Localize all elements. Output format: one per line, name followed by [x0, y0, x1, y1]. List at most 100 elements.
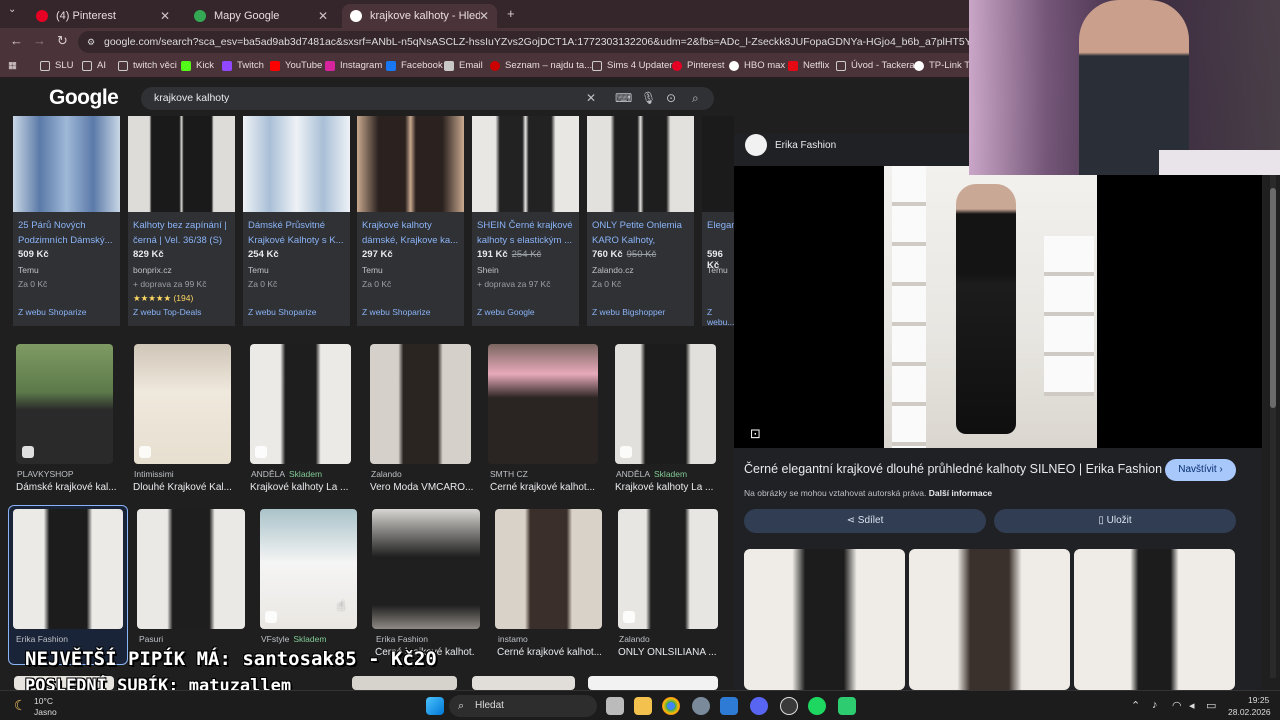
bookmark-youtube[interactable]: YouTube — [270, 60, 322, 71]
search-input[interactable]: krajkove kalhoty ✕ ⌨ 🎙 ⊙ ⌕ — [141, 87, 714, 110]
product-source[interactable]: Z webu Shoparize — [248, 307, 317, 317]
image-result[interactable] — [137, 509, 245, 629]
shopping-card[interactable]: Krajkové kalhoty dámské, Krajkove ka... … — [357, 116, 464, 326]
product-source[interactable]: Z webu Google — [477, 307, 535, 317]
image-result[interactable] — [370, 344, 471, 464]
address-bar[interactable]: ⚙ google.com/search?sca_esv=ba5ad9ab3d74… — [78, 31, 978, 53]
obs-icon[interactable] — [780, 697, 798, 715]
product-source[interactable]: Z webu Shoparize — [18, 307, 87, 317]
bookmark-tackera[interactable]: Úvod - Tackera — [836, 60, 915, 71]
file-explorer-icon[interactable] — [634, 697, 652, 715]
taskbar-search[interactable]: ⌕ Hledat — [449, 695, 597, 717]
bookmark-seznam[interactable]: Seznam – najdu ta... — [490, 60, 592, 71]
spotify-icon[interactable] — [808, 697, 826, 715]
youtube-icon — [270, 60, 280, 71]
bookmark-instagram[interactable]: Instagram — [325, 60, 382, 71]
bookmark-slu[interactable]: SLU — [40, 60, 73, 71]
close-tab-icon[interactable]: ✕ — [479, 9, 489, 23]
clock-time[interactable]: 19:25 — [1248, 695, 1269, 705]
lens-icon[interactable]: ⊙ — [666, 87, 676, 110]
discord-icon[interactable] — [750, 697, 768, 715]
related-image[interactable] — [744, 549, 905, 690]
shopping-card[interactable]: SHEIN Černé krajkové kalhoty s elastický… — [472, 116, 579, 326]
chrome-icon[interactable] — [662, 697, 680, 715]
bookmark-kick[interactable]: Kick — [181, 60, 214, 71]
image-title[interactable]: Krajkové kalhoty La ... — [250, 482, 370, 493]
close-tab-icon[interactable]: ✕ — [160, 9, 170, 23]
image-result[interactable] — [352, 676, 457, 690]
battery-icon[interactable]: ▭ — [1206, 699, 1216, 712]
related-image[interactable] — [1074, 549, 1235, 690]
shopping-card[interactable]: Kalhoty bez zapínání | černá | Vel. 36/3… — [128, 116, 235, 326]
keyboard-icon[interactable]: ⌨ — [615, 87, 632, 110]
product-source[interactable]: Z webu Top-Deals — [133, 307, 201, 317]
more-info-link[interactable]: Další informace — [929, 488, 992, 498]
image-title[interactable]: Krajkové kalhoty La ... — [615, 482, 735, 493]
bookmark-email[interactable]: Email — [444, 60, 483, 71]
bookmark-netflix[interactable]: Netflix — [788, 60, 829, 71]
microphone-icon[interactable]: ♪ — [1152, 699, 1158, 711]
bookmark-facebook[interactable]: Facebook — [386, 60, 443, 71]
tab-google-search[interactable]: krajkove kalhoty - Hledat Goog ✕ — [342, 4, 497, 28]
image-result[interactable] — [372, 509, 480, 629]
product-source[interactable]: Z webu Shoparize — [362, 307, 431, 317]
back-icon[interactable]: ← — [10, 33, 23, 48]
settings-icon[interactable] — [692, 697, 710, 715]
microphone-icon[interactable]: 🎙 — [641, 87, 656, 110]
tab-maps[interactable]: Mapy Google ✕ — [186, 4, 336, 28]
preview-image[interactable] — [884, 166, 1097, 448]
shopping-card[interactable]: 25 Párů Nových Podzimních Dámský... 509 … — [13, 116, 120, 326]
bookmark-sims[interactable]: Sims 4 Updater — [592, 60, 672, 71]
image-title[interactable]: Vero Moda VMCARO... — [370, 482, 490, 493]
image-title[interactable]: Černé krajkové kalhot... — [497, 647, 601, 658]
wifi-icon[interactable]: ◠ — [1172, 699, 1182, 712]
related-image[interactable] — [909, 549, 1070, 690]
tab-pinterest[interactable]: (4) Pinterest ✕ — [28, 4, 178, 28]
image-title[interactable]: Černé krajkové kalhot... — [490, 482, 610, 493]
shopping-card[interactable]: ONLY Petite Onlemia KARO Kalhoty, 760 Kč… — [587, 116, 694, 326]
image-result[interactable] — [472, 676, 575, 690]
reload-icon[interactable]: ↻ — [57, 33, 68, 49]
panel-source-name[interactable]: Erika Fashion — [775, 140, 836, 151]
show-hidden-icons[interactable]: ⌃ — [1131, 699, 1140, 712]
google-logo[interactable]: Google — [49, 86, 119, 110]
image-result[interactable] — [13, 509, 123, 629]
shopping-card[interactable]: Elegant... kalhoty... 596 Kč Temu Z webu… — [702, 116, 734, 326]
preview-title[interactable]: Černé elegantní krajkové dlouhé průhledn… — [744, 462, 1164, 476]
scrollbar-thumb[interactable] — [1270, 188, 1276, 408]
image-title[interactable]: Dámské krajkové kal... — [16, 482, 136, 493]
clear-icon[interactable]: ✕ — [586, 87, 596, 110]
image-title[interactable]: Dlouhé Krajkové Kal... — [133, 482, 253, 493]
visit-button[interactable]: Navštívit › — [1165, 459, 1236, 481]
image-result[interactable] — [588, 676, 718, 690]
page-scrollbar[interactable] — [1270, 88, 1276, 678]
lens-search-icon[interactable]: ⊡ — [750, 426, 761, 442]
site-info-icon[interactable]: ⚙ — [87, 31, 95, 53]
mail-icon[interactable] — [720, 697, 738, 715]
product-source[interactable]: Z webu... — [707, 307, 734, 326]
bookmark-hbo[interactable]: HBO max — [729, 60, 785, 71]
image-result[interactable] — [488, 344, 598, 464]
start-icon[interactable] — [426, 697, 444, 715]
save-button[interactable]: ▯ Uložit — [994, 509, 1236, 533]
shopping-card[interactable]: Dámské Průsvitné Krajkové Kalhoty s K...… — [243, 116, 350, 326]
app-icon[interactable] — [838, 697, 856, 715]
bookmark-pinterest[interactable]: Pinterest — [672, 60, 725, 71]
task-view-icon[interactable] — [606, 697, 624, 715]
share-button[interactable]: ⋖ Sdílet — [744, 509, 986, 533]
tab-list-button[interactable]: ⌄ — [8, 4, 16, 15]
apps-icon[interactable]: ▦ — [8, 60, 17, 71]
clock-date[interactable]: 28.02.2026 — [1228, 707, 1271, 717]
volume-icon[interactable]: ◂ — [1189, 699, 1195, 712]
new-tab-icon[interactable]: + — [507, 6, 515, 21]
bookmark-tplink[interactable]: TP-Link TL — [914, 60, 975, 71]
bookmark-twitch[interactable]: Twitch — [222, 60, 264, 71]
search-icon[interactable]: ⌕ — [692, 87, 699, 110]
bookmark-ai[interactable]: AI — [82, 60, 106, 71]
close-tab-icon[interactable]: ✕ — [318, 9, 328, 23]
product-source[interactable]: Z webu Bigshopper — [592, 307, 665, 317]
image-result[interactable] — [495, 509, 602, 629]
forward-icon[interactable]: → — [33, 33, 46, 48]
image-title[interactable]: ONLY ONLSILIANA ... — [618, 647, 718, 658]
bookmark-twitch-veci[interactable]: twitch věci — [118, 60, 177, 71]
